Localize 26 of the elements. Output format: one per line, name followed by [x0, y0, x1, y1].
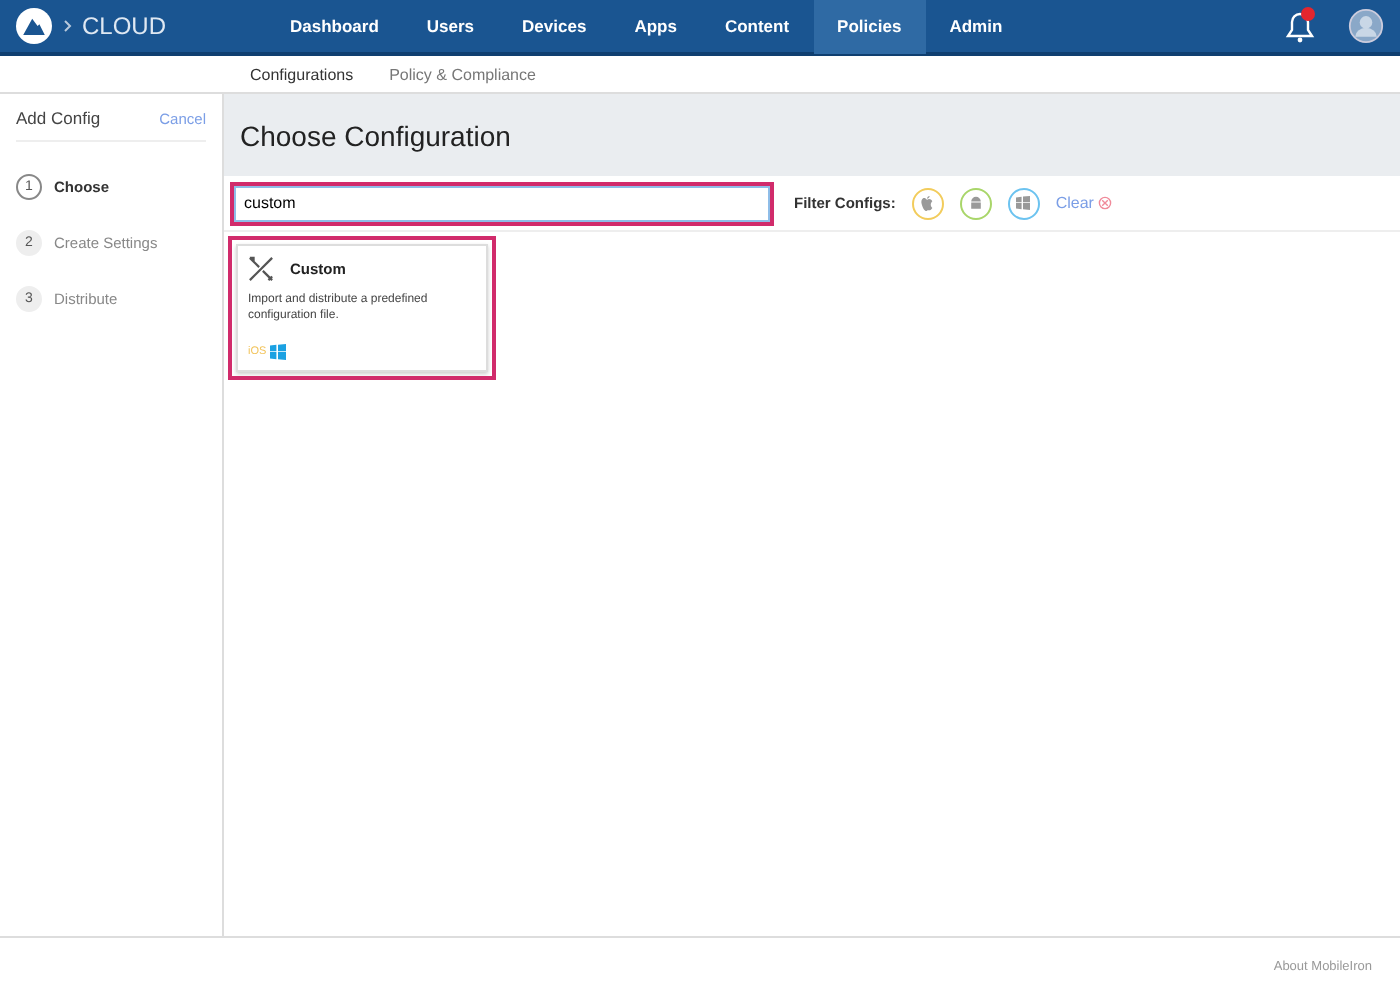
brand-name: CLOUD [82, 12, 169, 40]
windows-icon [1016, 196, 1031, 210]
nav-tab[interactable]: Dashboard [266, 0, 403, 54]
bell-icon[interactable] [1280, 6, 1320, 46]
filter-button[interactable] [1007, 187, 1040, 219]
search-field[interactable]: custom [234, 185, 770, 221]
nav-tab[interactable]: Devices [498, 0, 611, 54]
android-icon [967, 195, 984, 211]
page-title: Choose Configuration [240, 119, 511, 151]
chevron-icon [64, 20, 72, 32]
nav-tab[interactable]: Users [402, 0, 499, 54]
logo-icon [16, 8, 52, 44]
sidebar-title: Add Config [16, 108, 101, 128]
sub-tab[interactable]: Configurations [236, 65, 368, 83]
filter-button[interactable] [959, 187, 992, 219]
nav-tab[interactable]: Admin [925, 0, 1027, 54]
windows-icon [270, 344, 287, 360]
sub-tab[interactable]: Policy & Compliance [375, 65, 550, 83]
apple-icon [920, 195, 935, 211]
nav-tab[interactable]: Apps [610, 0, 701, 54]
tools-icon [248, 256, 274, 282]
close-icon [1097, 196, 1112, 210]
filter-button[interactable] [911, 187, 944, 219]
nav-tab[interactable]: Content [700, 0, 814, 54]
nav-tab[interactable]: Policies [813, 0, 926, 54]
avatar-icon[interactable] [1348, 8, 1384, 44]
